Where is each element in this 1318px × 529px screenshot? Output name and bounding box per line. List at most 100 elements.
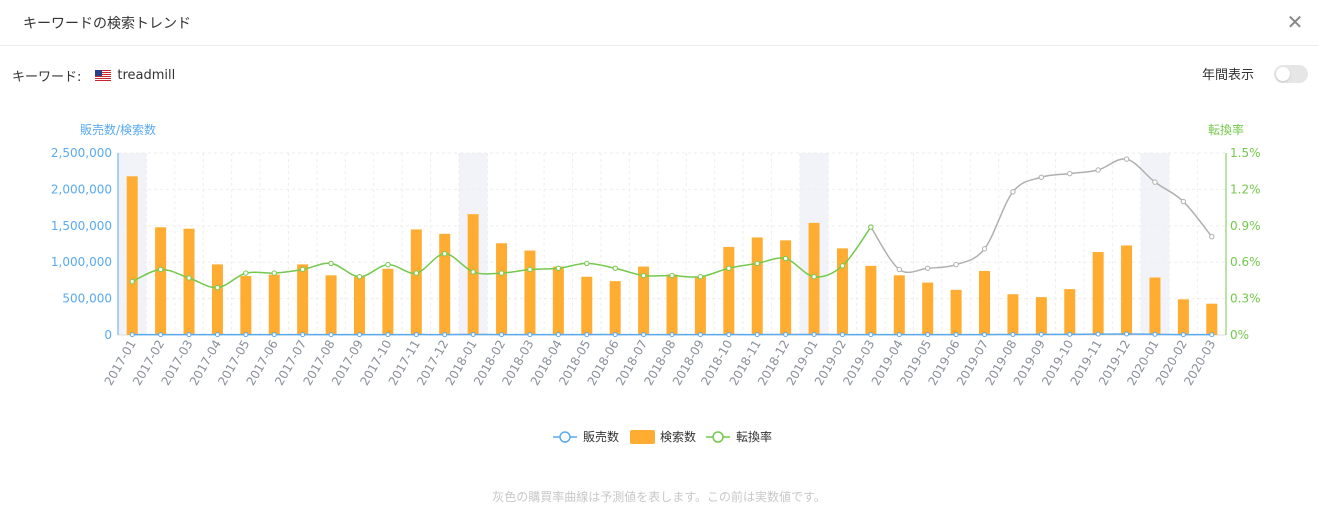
search-bar (1206, 303, 1218, 335)
search-bar (325, 275, 337, 335)
forecast-point (1209, 234, 1215, 240)
keyword-label: キーワード: (12, 69, 82, 85)
search-bar (183, 228, 195, 335)
search-bar (552, 266, 564, 335)
search-bar (1092, 252, 1104, 335)
legend-swatch-marker (559, 431, 571, 443)
sales-point (839, 332, 845, 338)
forecast-point (1038, 174, 1045, 180)
conversion-point (356, 274, 363, 280)
sales-point (697, 332, 703, 338)
left-axis-title: 販売数/検索数 (80, 122, 156, 137)
search-bar (609, 281, 621, 335)
conversion-point (697, 274, 704, 280)
dialog-title: キーワードの検索トレンド (23, 16, 191, 32)
left-tick-label: 1,500,000 (51, 219, 112, 233)
search-bar (297, 264, 309, 335)
sales-point (1095, 331, 1101, 337)
sales-point (470, 331, 476, 337)
sales-point (385, 332, 391, 338)
sales-point (726, 332, 732, 338)
left-tick-label: 500,000 (62, 292, 112, 306)
sales-point (186, 332, 192, 338)
search-bar (893, 275, 905, 335)
forecast-footnote: 灰色の購買率曲線は予測値を表します。この前は実数値です。 (492, 490, 826, 504)
left-tick-label: 2,500,000 (51, 146, 112, 160)
sales-point (783, 331, 789, 337)
toggle-knob (1276, 66, 1290, 81)
conversion-point (328, 260, 334, 267)
sales-point (584, 332, 590, 338)
sales-point (1010, 331, 1016, 337)
sales-point (982, 332, 988, 338)
conversion-point (243, 270, 249, 276)
search-bar (979, 270, 991, 335)
search-bar (268, 274, 280, 335)
search-bar (723, 246, 735, 335)
conversion-point (640, 272, 647, 279)
keyword-row: キーワード: treadmill (12, 66, 175, 85)
left-tick-label: 0 (104, 328, 112, 342)
search-bar (694, 276, 706, 335)
right-tick-label: 1.2% (1230, 182, 1261, 196)
sales-point (555, 332, 561, 338)
sales-point (300, 332, 306, 338)
search-bar (1007, 294, 1019, 335)
sales-point (868, 332, 874, 338)
conversion-point (214, 284, 221, 291)
search-bar (126, 176, 138, 335)
forecast-point (981, 246, 988, 252)
conversion-point (470, 269, 476, 275)
conversion-point (669, 272, 675, 279)
left-tick-label: 1,000,000 (51, 255, 112, 269)
search-bar (382, 268, 394, 335)
forecast-point (1180, 198, 1187, 205)
legend-label: 検索数 (660, 429, 696, 444)
sales-point (442, 332, 448, 338)
search-bar (439, 233, 451, 335)
sales-point (641, 332, 647, 338)
annual-view-control: 年間表示 (1202, 64, 1308, 83)
right-axis-title: 転換率 (1208, 122, 1244, 137)
sales-point (811, 331, 817, 337)
search-bar (240, 276, 252, 335)
search-bar (524, 250, 536, 335)
sales-point (527, 332, 533, 338)
search-bar (780, 240, 792, 335)
sales-point (612, 332, 618, 338)
sales-point (129, 332, 135, 338)
conversion-point (754, 260, 760, 267)
forecast-point (1123, 156, 1130, 162)
right-tick-label: 0.9% (1230, 219, 1261, 233)
forecast-point (1152, 179, 1158, 185)
dialog-header: キーワードの検索トレンド ✕ (0, 0, 1318, 46)
search-bar (581, 276, 593, 335)
sales-point (669, 332, 675, 338)
search-bar (666, 274, 678, 335)
conversion-point (782, 255, 789, 262)
forecast-point (953, 261, 959, 268)
conversion-point (186, 275, 192, 281)
sales-point (158, 332, 164, 338)
forecast-point (1095, 167, 1101, 173)
sales-point (356, 332, 362, 338)
conversion-point (413, 270, 420, 276)
right-tick-label: 0% (1230, 328, 1249, 342)
sales-point (328, 332, 334, 338)
search-bar (410, 229, 422, 335)
sales-point (1152, 331, 1158, 337)
forecast-point (924, 265, 931, 271)
search-bar (751, 237, 763, 335)
sales-point (896, 332, 902, 338)
sales-point (499, 332, 505, 338)
conversion-point (527, 266, 533, 273)
search-bar (1064, 289, 1076, 335)
annual-view-toggle[interactable] (1274, 64, 1308, 83)
conversion-point (584, 260, 590, 267)
forecast-point (1067, 170, 1073, 177)
search-bar (1035, 297, 1047, 335)
conversion-point (498, 270, 505, 276)
close-icon[interactable]: ✕ (1284, 10, 1306, 34)
conversion-point (129, 278, 135, 285)
sales-point (243, 332, 249, 338)
